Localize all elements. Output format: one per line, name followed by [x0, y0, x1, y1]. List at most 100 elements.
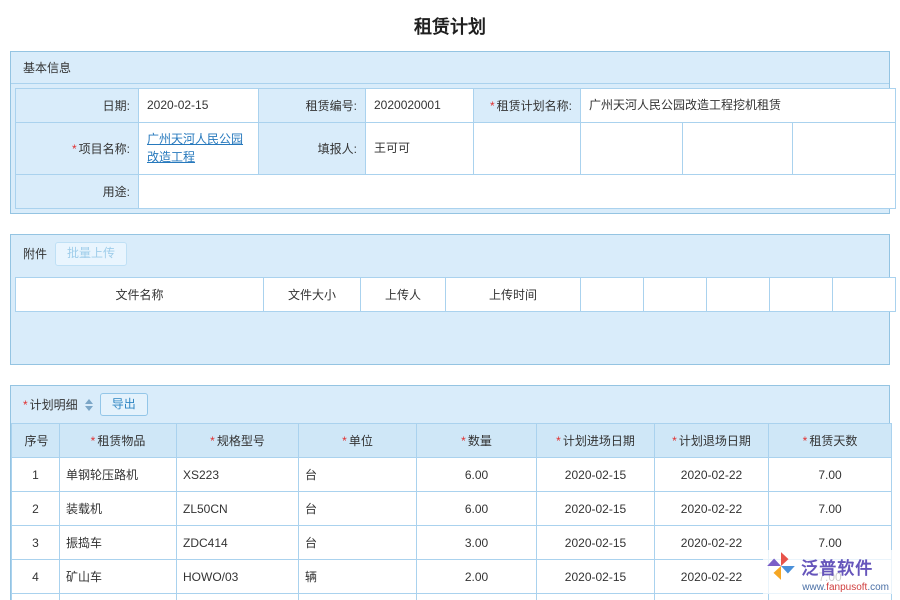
- plan-details-section: * 计划明细 导出 序号 *租赁物品 *规格型号 *单位 *数量 *计划进场日期…: [10, 385, 890, 600]
- required-mark: *: [490, 99, 495, 113]
- cell-quantity: 6.00: [417, 492, 537, 526]
- attachment-col-uploader: 上传人: [361, 277, 446, 311]
- attachment-col-empty: [770, 277, 833, 311]
- required-mark: *: [210, 434, 215, 448]
- attachments-section: 附件 批量上传 文件名称 文件大小 上传人 上传时间: [10, 234, 890, 365]
- required-mark: *: [342, 434, 347, 448]
- cell-model: XS223: [177, 458, 299, 492]
- table-row[interactable]: 4 矿山车 HOWO/03 辆 2.00 2020-02-15 2020-02-…: [12, 560, 892, 594]
- cell-exit-date: 2020-02-22: [655, 458, 769, 492]
- watermark-brand: 泛普软件: [801, 554, 873, 579]
- plan-details-table: 序号 *租赁物品 *规格型号 *单位 *数量 *计划进场日期 *计划退场日期 *…: [11, 423, 892, 600]
- rental-no-value: 2020020001: [366, 89, 474, 123]
- plan-name-label-text: 租赁计划名称:: [497, 99, 572, 113]
- cell-seq: 1: [12, 458, 60, 492]
- attachment-col-empty: [833, 277, 896, 311]
- project-link[interactable]: 广州天河人民公园改造工程: [147, 132, 243, 163]
- attachments-header-row: 文件名称 文件大小 上传人 上传时间: [16, 277, 896, 311]
- cell-item: 振捣车: [60, 526, 177, 560]
- cell-quantity: 3.00: [417, 526, 537, 560]
- cell-quantity: 3.00: [417, 594, 537, 600]
- plan-details-title: 计划明细: [30, 396, 78, 413]
- cell-days: 7.00: [769, 594, 892, 600]
- detail-col-exit-date: *计划退场日期: [655, 424, 769, 458]
- basic-info-header: 基本信息: [11, 52, 889, 84]
- basic-info-title: 基本信息: [23, 59, 71, 76]
- empty-cell: [793, 123, 896, 175]
- sort-icon[interactable]: [85, 399, 93, 411]
- required-mark: *: [672, 434, 677, 448]
- detail-col-unit: *单位: [299, 424, 417, 458]
- cell-exit-date: 2020-02-22: [655, 560, 769, 594]
- plan-details-header-row: 序号 *租赁物品 *规格型号 *单位 *数量 *计划进场日期 *计划退场日期 *…: [12, 424, 892, 458]
- cell-item: 装载机: [60, 492, 177, 526]
- reporter-label-text: 填报人:: [318, 142, 357, 156]
- table-row[interactable]: 5 空压机 12立方 台 3.00 2020-02-15 2020-02-22 …: [12, 594, 892, 600]
- basic-info-row-1: 日期: 2020-02-15 租赁编号: 2020020001 *租赁计划名称:…: [16, 89, 896, 123]
- cell-days: 7.00: [769, 458, 892, 492]
- purpose-label: 用途:: [16, 175, 139, 209]
- rental-no-label-text: 租赁编号:: [306, 99, 357, 113]
- required-mark: *: [461, 434, 466, 448]
- detail-col-model: *规格型号: [177, 424, 299, 458]
- plan-details-body: 1 单钢轮压路机 XS223 台 6.00 2020-02-15 2020-02…: [12, 458, 892, 600]
- table-row[interactable]: 2 装载机 ZL50CN 台 6.00 2020-02-15 2020-02-2…: [12, 492, 892, 526]
- plan-name-value: 广州天河人民公园改造工程挖机租赁: [581, 89, 896, 123]
- detail-col-seq: 序号: [12, 424, 60, 458]
- required-mark: *: [556, 434, 561, 448]
- date-label: 日期:: [16, 89, 139, 123]
- cell-model: HOWO/03: [177, 560, 299, 594]
- cell-unit: 台: [299, 492, 417, 526]
- cell-quantity: 6.00: [417, 458, 537, 492]
- cell-seq: 2: [12, 492, 60, 526]
- reporter-value: 王可可: [366, 123, 474, 175]
- watermark-url: www.fanpusoft.com: [766, 582, 889, 593]
- fanpu-logo-icon: [766, 551, 796, 581]
- cell-model: ZDC414: [177, 526, 299, 560]
- reporter-label: 填报人:: [259, 123, 366, 175]
- cell-entry-date: 2020-02-15: [537, 458, 655, 492]
- page: 租赁计划 基本信息 日期: 2020-02-15 租赁编号: 202002000…: [0, 0, 900, 600]
- project-value-cell: 广州天河人民公园改造工程: [139, 123, 259, 175]
- cell-model: ZL50CN: [177, 492, 299, 526]
- attachment-col-empty: [707, 277, 770, 311]
- cell-unit: 辆: [299, 560, 417, 594]
- cell-days: 7.00: [769, 492, 892, 526]
- basic-info-row-3: 用途:: [16, 175, 896, 209]
- attachment-col-filename: 文件名称: [16, 277, 264, 311]
- table-row[interactable]: 3 振捣车 ZDC414 台 3.00 2020-02-15 2020-02-2…: [12, 526, 892, 560]
- detail-col-item: *租赁物品: [60, 424, 177, 458]
- attachment-col-filesize: 文件大小: [264, 277, 361, 311]
- plan-name-label: *租赁计划名称:: [474, 89, 581, 123]
- attachments-title: 附件: [23, 245, 47, 262]
- purpose-label-text: 用途:: [103, 185, 130, 199]
- required-mark: *: [91, 434, 96, 448]
- table-row[interactable]: 1 单钢轮压路机 XS223 台 6.00 2020-02-15 2020-02…: [12, 458, 892, 492]
- cell-quantity: 2.00: [417, 560, 537, 594]
- required-mark: *: [803, 434, 808, 448]
- empty-cell: [581, 123, 683, 175]
- date-value: 2020-02-15: [139, 89, 259, 123]
- cell-entry-date: 2020-02-15: [537, 594, 655, 600]
- basic-info-section: 基本信息 日期: 2020-02-15 租赁编号: 2020020001 *租赁…: [10, 51, 890, 214]
- export-button[interactable]: 导出: [100, 393, 148, 417]
- cell-entry-date: 2020-02-15: [537, 526, 655, 560]
- purpose-value: [139, 175, 896, 209]
- project-label-text: 项目名称:: [79, 142, 130, 156]
- cell-unit: 台: [299, 458, 417, 492]
- basic-info-table: 日期: 2020-02-15 租赁编号: 2020020001 *租赁计划名称:…: [15, 88, 896, 209]
- cell-exit-date: 2020-02-22: [655, 594, 769, 600]
- cell-unit: 台: [299, 594, 417, 600]
- batch-upload-button[interactable]: 批量上传: [55, 242, 127, 266]
- cell-item: 单钢轮压路机: [60, 458, 177, 492]
- attachment-col-empty: [644, 277, 707, 311]
- watermark: 泛普软件 www.fanpusoft.com: [763, 550, 892, 594]
- detail-col-entry-date: *计划进场日期: [537, 424, 655, 458]
- cell-unit: 台: [299, 526, 417, 560]
- cell-item: 矿山车: [60, 560, 177, 594]
- attachment-col-empty: [581, 277, 644, 311]
- cell-model: 12立方: [177, 594, 299, 600]
- project-label: *项目名称:: [16, 123, 139, 175]
- detail-col-quantity: *数量: [417, 424, 537, 458]
- required-mark: *: [23, 398, 28, 412]
